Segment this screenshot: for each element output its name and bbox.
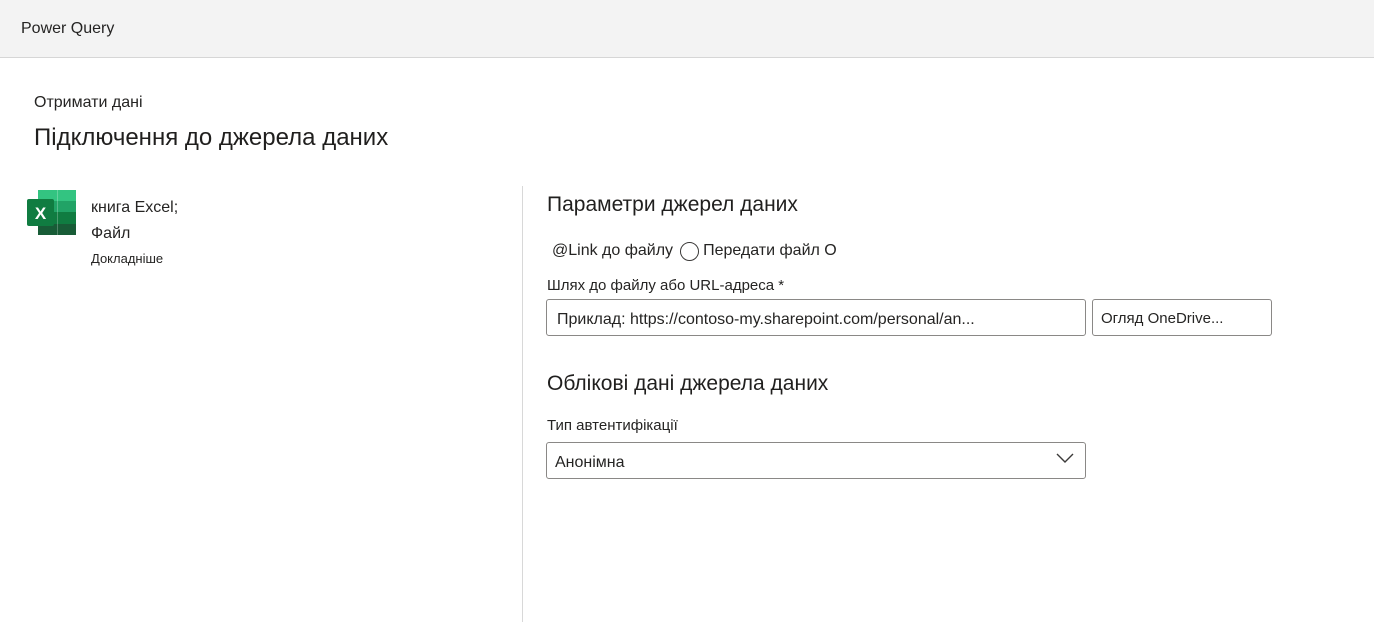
top-bar: Power Query: [0, 0, 1374, 58]
file-source-options: @Link до файлу Передати файл О: [552, 240, 837, 262]
breadcrumb: Отримати дані: [34, 94, 143, 111]
vertical-divider: [522, 186, 523, 622]
page-title: Підключення до джерела даних: [34, 124, 389, 151]
connector-name: книга Excel; Файл: [91, 195, 178, 247]
path-label: Шлях до файлу або URL-адреса *: [547, 277, 785, 294]
link-to-file-option[interactable]: @Link до файлу: [552, 242, 673, 260]
browse-onedrive-button[interactable]: Огляд OneDrive...: [1092, 299, 1272, 336]
auth-type-select[interactable]: Анонімна: [546, 442, 1086, 479]
file-path-input[interactable]: Приклад: https://contoso-my.sharepoint.c…: [546, 299, 1086, 336]
auth-type-value: Анонімна: [555, 454, 625, 471]
upload-radio-icon[interactable]: [680, 241, 700, 261]
credentials-title: Облікові дані джерела даних: [547, 372, 829, 395]
connector-name-line2: Файл: [91, 225, 131, 242]
auth-type-label: Тип автентифікації: [547, 417, 678, 434]
connector-name-line1: книга Excel;: [91, 199, 179, 216]
svg-text:X: X: [35, 204, 47, 223]
learn-more-link[interactable]: Докладніше: [91, 251, 163, 266]
settings-title: Параметри джерел даних: [547, 193, 798, 216]
app-title: Power Query: [21, 20, 115, 37]
upload-file-option[interactable]: Передати файл О: [703, 242, 837, 260]
excel-icon: X: [27, 190, 76, 235]
chevron-down-icon: [1055, 451, 1075, 465]
